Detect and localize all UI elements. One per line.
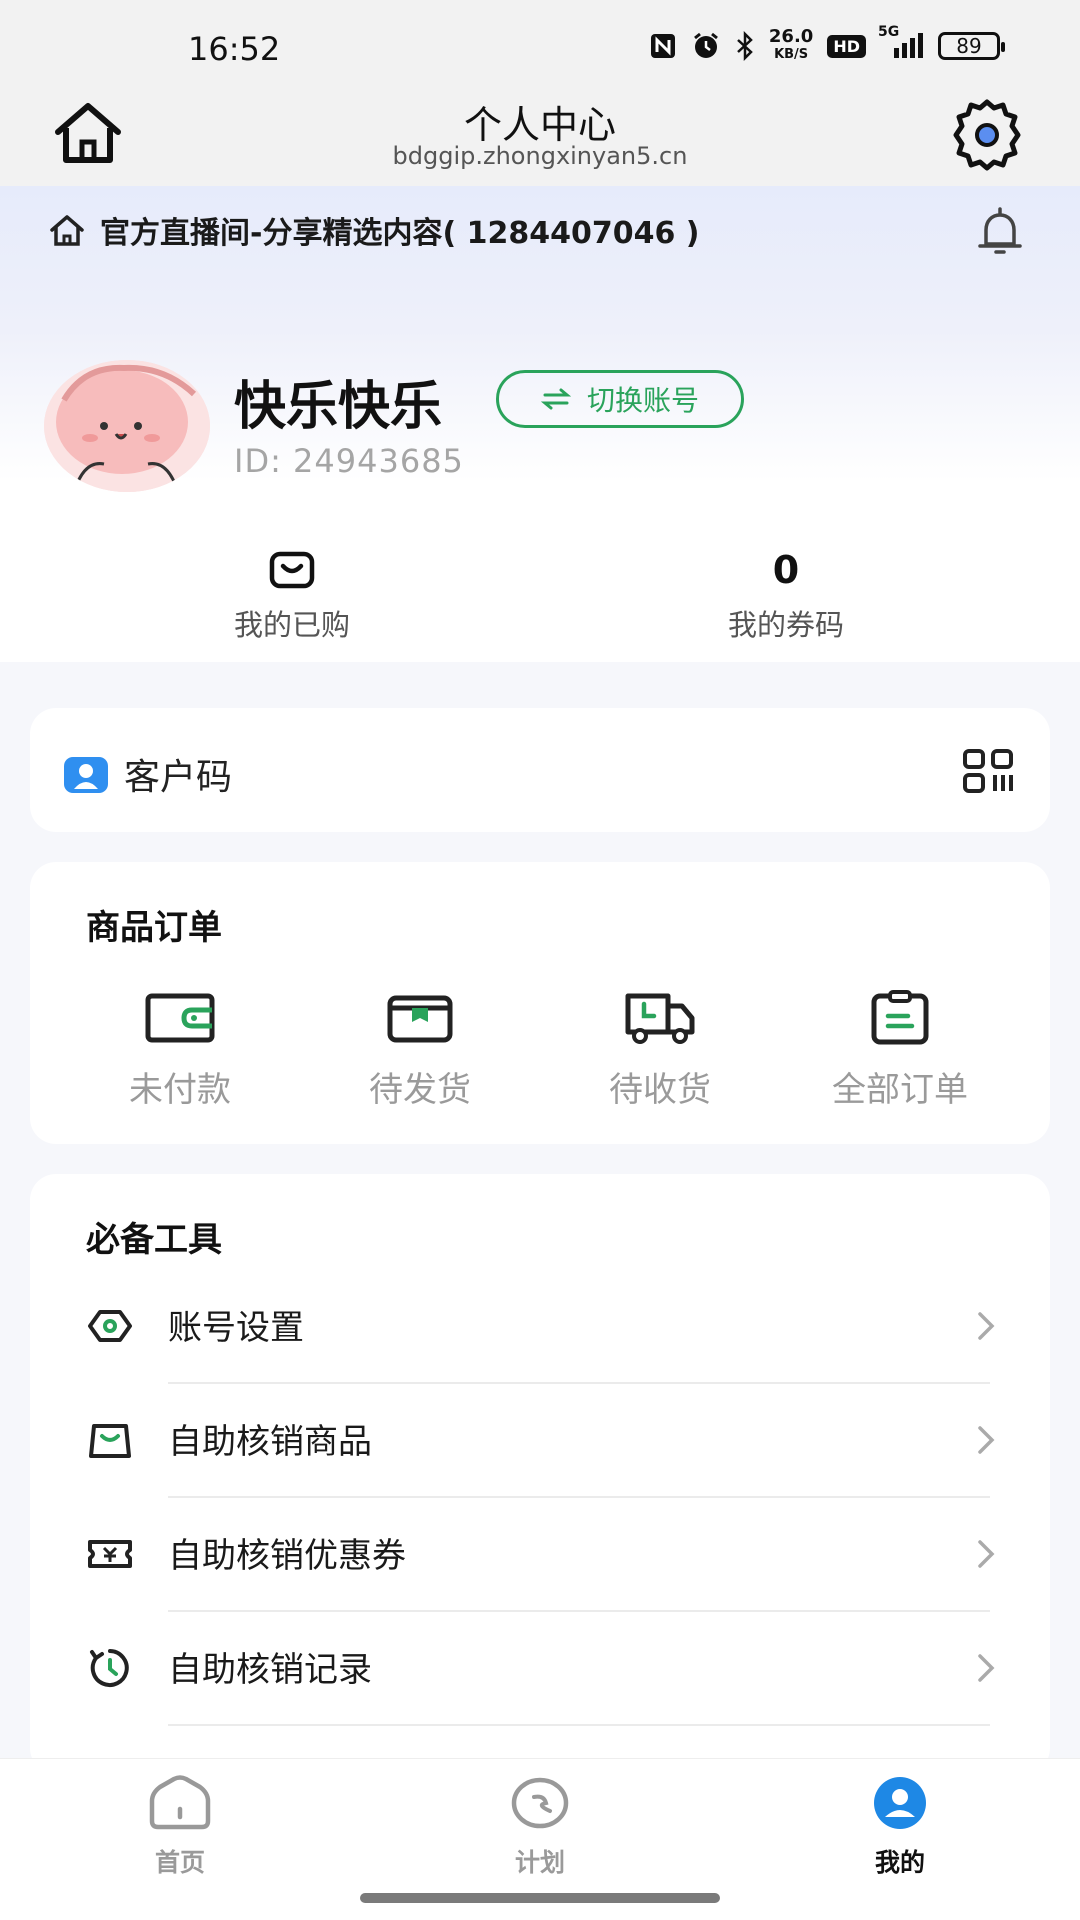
battery-indicator: 89 bbox=[938, 32, 1005, 60]
chevron-right-icon bbox=[978, 1540, 995, 1568]
tool-account-settings[interactable]: 账号设置 bbox=[30, 1270, 1050, 1384]
notice-text: 官方直播间-分享精选内容( 1284407046 ) bbox=[100, 216, 700, 251]
tool-coupon-verify[interactable]: 自助核销优惠券 bbox=[30, 1498, 1050, 1612]
title-bar: 个人中心 bdggip.zhongxinyan5.cn bbox=[0, 90, 1080, 186]
avatar[interactable] bbox=[44, 360, 210, 492]
order-to-receive-label: 待收货 bbox=[609, 1070, 711, 1110]
orders-title: 商品订单 bbox=[86, 908, 222, 948]
profile-hero: 官方直播间-分享精选内容( 1284407046 ) 快乐快乐 切换账号 ID:… bbox=[0, 186, 1080, 662]
user-id: ID: 24943685 bbox=[234, 442, 464, 480]
orders-row: 未付款 待发货 待收货 全部订单 bbox=[30, 990, 1050, 1111]
page-url: bdggip.zhongxinyan5.cn bbox=[392, 142, 688, 170]
order-to-ship-label: 待发货 bbox=[369, 1070, 471, 1110]
tool-product-verify[interactable]: 自助核销商品 bbox=[30, 1384, 1050, 1498]
page-title: 个人中心 bbox=[463, 103, 616, 147]
customer-code-row: 客户码 bbox=[62, 748, 232, 800]
live-room-notice[interactable]: 官方直播间-分享精选内容( 1284407046 ) bbox=[48, 208, 700, 252]
product-verify-icon bbox=[89, 1424, 131, 1458]
coupon-codes-label: 我的券码 bbox=[727, 608, 844, 642]
customer-card-icon bbox=[64, 757, 108, 793]
network-speed-value: 26.0 bbox=[768, 26, 814, 47]
chevron-right-icon bbox=[978, 1654, 995, 1682]
box-icon bbox=[387, 995, 453, 1043]
home-indicator[interactable] bbox=[360, 1893, 720, 1903]
swap-icon bbox=[540, 388, 571, 410]
customer-code-card[interactable]: 客户码 bbox=[30, 708, 1050, 832]
nav-plan-label: 计划 bbox=[514, 1848, 565, 1877]
nav-home-label: 首页 bbox=[154, 1848, 205, 1877]
bottom-nav: 首页 计划 我的 bbox=[0, 1758, 1080, 1920]
nav-mine-label: 我的 bbox=[874, 1848, 925, 1877]
hd-badge: HD bbox=[827, 34, 866, 58]
coupon-codes-value: 0 bbox=[772, 548, 800, 592]
nfc-icon bbox=[649, 32, 677, 60]
settings-button[interactable] bbox=[948, 96, 1026, 174]
account-settings-icon bbox=[88, 1310, 132, 1342]
order-unpaid[interactable]: 未付款 bbox=[60, 990, 300, 1111]
switch-account-button[interactable]: 切换账号 bbox=[496, 370, 744, 428]
customer-code-label: 客户码 bbox=[124, 757, 233, 798]
qr-code-icon bbox=[963, 749, 1013, 793]
switch-account-label: 切换账号 bbox=[586, 384, 699, 417]
plan-icon bbox=[511, 1777, 569, 1829]
tool-product-verify-label: 自助核销商品 bbox=[168, 1422, 372, 1462]
network-speed: 26.0 KB/S bbox=[769, 28, 813, 64]
purchases-label: 我的已购 bbox=[233, 608, 350, 642]
notification-button[interactable] bbox=[972, 204, 1028, 260]
order-to-receive[interactable]: 待收货 bbox=[540, 990, 780, 1111]
tools-title: 必备工具 bbox=[86, 1220, 222, 1260]
gear-icon bbox=[953, 99, 1021, 171]
divider bbox=[168, 1724, 990, 1726]
alarm-icon bbox=[691, 31, 721, 61]
tools-list: 账号设置 自助核销商品 自助核销优惠券 自助核销记录 bbox=[30, 1270, 1050, 1726]
avatar-image bbox=[44, 360, 210, 492]
signal-icon: 5G bbox=[878, 24, 924, 60]
coupon-verify-icon bbox=[88, 1540, 132, 1568]
username: 快乐快乐 bbox=[234, 377, 443, 437]
status-time: 16:52 bbox=[188, 30, 281, 68]
shopping-bag-icon bbox=[269, 551, 315, 589]
my-purchases[interactable]: 我的已购 bbox=[142, 548, 442, 644]
tool-coupon-verify-label: 自助核销优惠券 bbox=[168, 1536, 406, 1576]
nav-home[interactable]: 首页 bbox=[100, 1775, 260, 1879]
chevron-right-icon bbox=[978, 1426, 995, 1454]
status-bar: 16:52 26.0 KB/S HD 5G 89 bbox=[0, 0, 1080, 90]
status-icons: 26.0 KB/S HD 5G 89 bbox=[649, 24, 1005, 64]
network-type: 5G bbox=[878, 24, 900, 40]
tool-verify-history[interactable]: 自助核销记录 bbox=[30, 1612, 1050, 1726]
qr-code-button[interactable] bbox=[962, 748, 1018, 794]
chevron-right-icon bbox=[978, 1312, 995, 1340]
truck-icon bbox=[625, 993, 695, 1044]
order-to-ship[interactable]: 待发货 bbox=[300, 990, 540, 1111]
tool-account-settings-label: 账号设置 bbox=[168, 1308, 304, 1348]
purchases-value bbox=[142, 548, 442, 592]
bell-icon bbox=[978, 207, 1022, 254]
wallet-icon bbox=[145, 993, 215, 1043]
top-bar: 16:52 26.0 KB/S HD 5G 89 个人中心 bdggip.zho… bbox=[0, 0, 1080, 186]
order-all-label: 全部订单 bbox=[832, 1070, 968, 1110]
my-coupon-codes[interactable]: 0 我的券码 bbox=[636, 548, 936, 644]
tools-card: 必备工具 账号设置 自助核销商品 自助核销优惠券 自助核销记录 bbox=[30, 1174, 1050, 1774]
bluetooth-icon bbox=[735, 31, 755, 61]
history-icon bbox=[90, 1649, 129, 1687]
network-speed-unit: KB/S bbox=[774, 47, 809, 62]
nav-mine[interactable]: 我的 bbox=[820, 1775, 980, 1879]
tool-verify-history-label: 自助核销记录 bbox=[168, 1650, 372, 1690]
order-unpaid-label: 未付款 bbox=[129, 1070, 231, 1110]
profile-icon bbox=[874, 1777, 926, 1829]
nav-plan[interactable]: 计划 bbox=[460, 1775, 620, 1879]
clipboard-icon bbox=[871, 990, 929, 1045]
order-all[interactable]: 全部订单 bbox=[780, 990, 1020, 1111]
orders-card: 商品订单 未付款 待发货 待收货 全部订单 bbox=[30, 862, 1050, 1144]
home-icon bbox=[149, 1775, 211, 1830]
house-icon bbox=[50, 215, 84, 246]
